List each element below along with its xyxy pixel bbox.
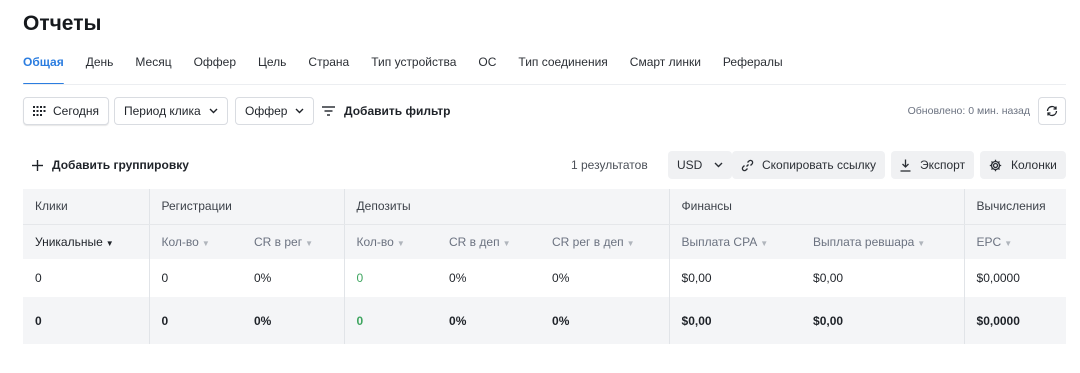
add-grouping-button[interactable]: Добавить группировку [32, 158, 189, 172]
add-filter-button[interactable]: Добавить фильтр [322, 104, 450, 118]
add-grouping-label: Добавить группировку [52, 158, 189, 172]
copy-link-label: Скопировать ссылку [762, 158, 877, 172]
sort-icon: ▼ [396, 238, 405, 248]
group-deposits: Депозиты [344, 189, 670, 225]
tab-month[interactable]: Месяц [135, 55, 171, 85]
tab-offer[interactable]: Оффер [194, 55, 236, 85]
currency-select[interactable]: USD [668, 151, 733, 179]
offer-dropdown[interactable]: Оффер [235, 97, 315, 125]
group-calculations: Вычисления [964, 189, 1067, 225]
table-column-header: Уникальные ▼ Кол-во ▼ CR в рег ▼ Кол-во ▼ CR… [23, 224, 1067, 259]
tab-day[interactable]: День [86, 55, 114, 85]
table-row: 0 0 0% 0 0% 0% $0,00 $0,00 $0,0000 [23, 259, 1067, 297]
tab-country[interactable]: Страна [308, 55, 349, 85]
sort-icon: ▼ [201, 238, 210, 248]
copy-link-button[interactable]: Скопировать ссылку [732, 151, 886, 179]
sort-icon: ▼ [626, 238, 635, 248]
stats-table: Клики Регистрации Депозиты Финансы Вычис… [23, 189, 1067, 344]
gear-icon [989, 159, 1002, 172]
results-count: 1 результатов [571, 158, 648, 172]
column-header-cr-dep[interactable]: CR в деп ▼ [437, 224, 541, 259]
click-period-dropdown[interactable]: Период клика [114, 97, 228, 125]
column-header-cpa-payout[interactable]: Выплата CPA ▼ [669, 224, 802, 259]
total-dep-count: 0 [344, 297, 438, 344]
table-total-row: 0 0 0% 0 0% 0% $0,00 $0,00 $0,0000 [23, 297, 1067, 344]
column-header-cr-reg-dep[interactable]: CR рег в деп ▼ [540, 224, 670, 259]
cell-dep-count: 0 [344, 259, 438, 297]
sort-desc-icon: ▼ [105, 238, 114, 248]
total-cpa-payout: $0,00 [669, 297, 802, 344]
export-label: Экспорт [920, 158, 966, 172]
column-header-revshare-payout[interactable]: Выплата ревшара ▼ [801, 224, 965, 259]
download-icon [900, 159, 911, 172]
link-icon [741, 159, 754, 172]
date-range-label: Сегодня [53, 104, 99, 118]
tab-device-type[interactable]: Тип устройства [371, 55, 456, 85]
report-tabs: Общая День Месяц Оффер Цель Страна Тип у… [23, 55, 805, 85]
offer-label: Оффер [245, 104, 288, 118]
total-unique: 0 [23, 297, 150, 344]
column-header-unique[interactable]: Уникальные ▼ [23, 224, 150, 259]
tab-goal[interactable]: Цель [258, 55, 286, 85]
cell-cr-reg-dep: 0% [540, 259, 670, 297]
chevron-down-icon [295, 108, 304, 114]
column-header-cr-reg[interactable]: CR в рег ▼ [242, 224, 345, 259]
total-reg-count: 0 [149, 297, 242, 344]
sort-icon: ▼ [502, 238, 511, 248]
refresh-icon [1045, 104, 1059, 118]
column-header-epc[interactable]: EPC ▼ [964, 224, 1067, 259]
tab-general[interactable]: Общая [23, 55, 64, 85]
sort-icon: ▼ [1004, 238, 1013, 248]
calendar-grid-icon [33, 106, 46, 116]
cell-cr-reg: 0% [242, 259, 345, 297]
filter-icon [322, 106, 335, 116]
tab-referrals[interactable]: Рефералы [723, 55, 783, 85]
column-header-dep-count[interactable]: Кол-во ▼ [344, 224, 438, 259]
updated-status: Обновлено: 0 мин. назад [907, 105, 1030, 117]
total-cr-dep: 0% [437, 297, 541, 344]
cell-unique: 0 [23, 259, 150, 297]
tab-os[interactable]: ОС [478, 55, 496, 85]
chevron-down-icon [714, 162, 723, 168]
columns-label: Колонки [1011, 158, 1057, 172]
date-range-button[interactable]: Сегодня [23, 97, 109, 125]
plus-icon [32, 159, 43, 171]
sort-icon: ▼ [305, 238, 314, 248]
total-revshare-payout: $0,00 [801, 297, 965, 344]
table-group-header: Клики Регистрации Депозиты Финансы Вычис… [23, 189, 1067, 225]
refresh-button[interactable] [1038, 97, 1066, 125]
column-header-reg-count[interactable]: Кол-во ▼ [149, 224, 242, 259]
export-button[interactable]: Экспорт [891, 151, 975, 179]
cell-reg-count: 0 [149, 259, 242, 297]
group-clicks: Клики [23, 189, 150, 225]
chevron-down-icon [209, 108, 218, 114]
add-filter-label: Добавить фильтр [344, 104, 451, 118]
currency-value: USD [677, 158, 703, 172]
columns-button[interactable]: Колонки [980, 151, 1066, 179]
cell-cr-dep: 0% [437, 259, 541, 297]
sort-icon: ▼ [917, 238, 926, 248]
cell-revshare-payout: $0,00 [801, 259, 965, 297]
group-finance: Финансы [669, 189, 965, 225]
tabs-divider [23, 84, 1066, 85]
total-epc: $0,0000 [964, 297, 1067, 344]
tab-connection-type[interactable]: Тип соединения [518, 55, 607, 85]
cell-cpa-payout: $0,00 [669, 259, 802, 297]
page-title: Отчеты [23, 12, 102, 35]
tab-smart-links[interactable]: Смарт линки [630, 55, 701, 85]
total-cr-reg-dep: 0% [540, 297, 670, 344]
group-registrations: Регистрации [149, 189, 345, 225]
click-period-label: Период клика [124, 104, 201, 118]
sort-icon: ▼ [760, 238, 769, 248]
total-cr-reg: 0% [242, 297, 345, 344]
cell-epc: $0,0000 [964, 259, 1067, 297]
